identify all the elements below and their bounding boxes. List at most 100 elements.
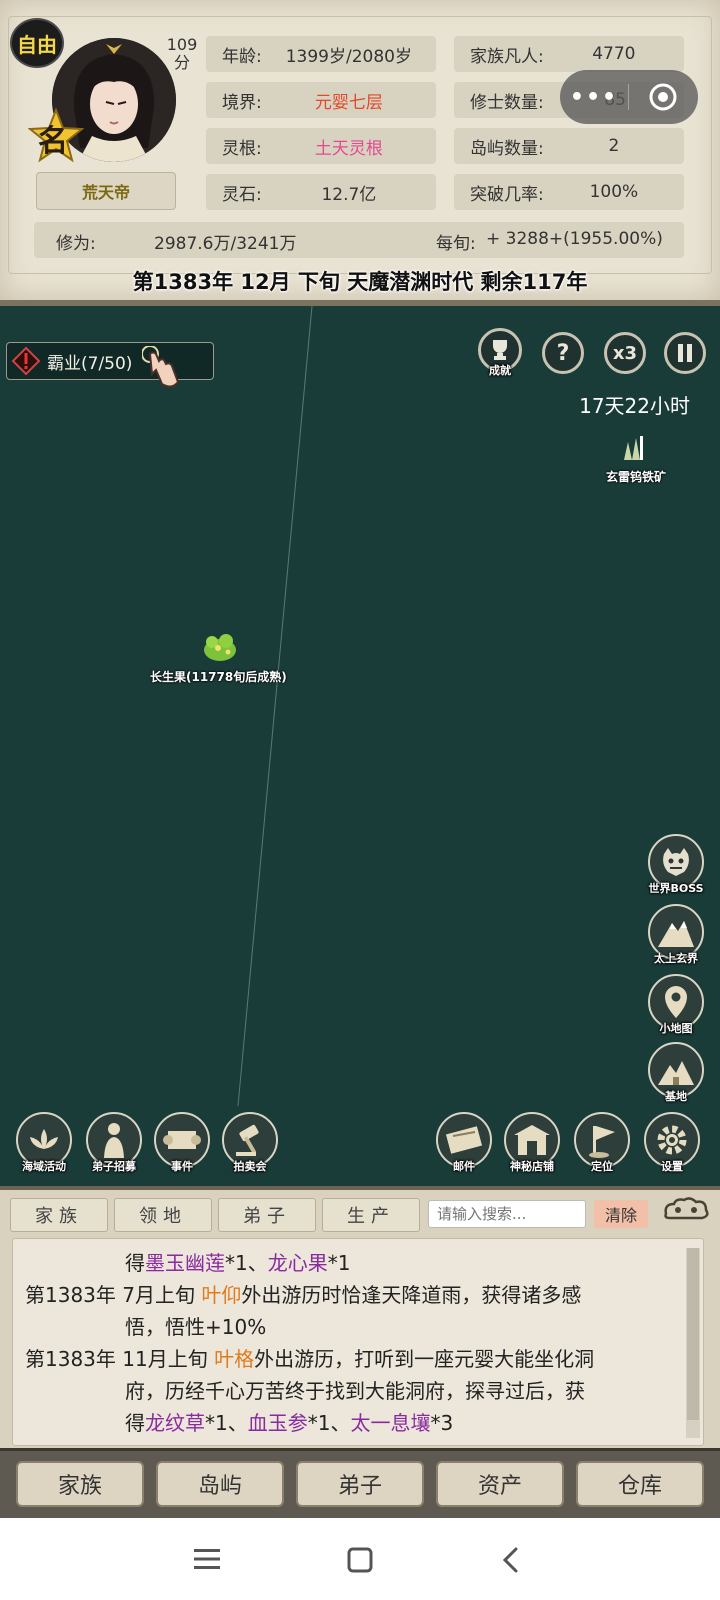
age-value: 1399岁/2080岁 bbox=[285, 46, 412, 67]
achievement-label: 成就 bbox=[489, 364, 511, 377]
clear-button[interactable]: 清除 bbox=[594, 1200, 648, 1228]
nav-disciples[interactable]: 弟子 bbox=[296, 1461, 424, 1507]
system-nav-bar bbox=[0, 1518, 720, 1600]
minimap-button[interactable]: 小地图 bbox=[648, 974, 704, 1035]
tab-territory[interactable]: 领地 bbox=[114, 1198, 212, 1232]
auction-label: 拍卖会 bbox=[233, 1160, 267, 1173]
stone-label: 灵石: bbox=[222, 184, 262, 205]
nav-family[interactable]: 家族 bbox=[16, 1461, 144, 1507]
ore-node[interactable]: 玄雷钨铁矿 bbox=[594, 430, 678, 485]
root-label: 灵根: bbox=[222, 138, 262, 159]
breakthrough-label: 突破几率: bbox=[470, 184, 544, 205]
log-line: 第1383年 11月上旬 叶格外出游历，打听到一座元婴大能坐化洞 bbox=[25, 1347, 595, 1371]
cloud-emblem-icon bbox=[660, 1196, 712, 1230]
mystery-shop-button[interactable]: 神秘店铺 bbox=[504, 1112, 560, 1173]
nav-islands[interactable]: 岛屿 bbox=[156, 1461, 284, 1507]
longevity-fruit-node[interactable]: 长生果(11778旬后成熟) bbox=[150, 628, 300, 685]
pointer-hand-icon bbox=[141, 345, 182, 396]
miniprogram-capsule[interactable]: ••• bbox=[560, 70, 698, 124]
world-boss-label: 世界BOSS bbox=[648, 882, 704, 895]
rank-badge: 名 bbox=[38, 124, 68, 159]
settings-button[interactable]: 设置 bbox=[644, 1112, 700, 1173]
tab-production[interactable]: 生产 bbox=[322, 1198, 420, 1232]
mode-badge[interactable]: 自由 bbox=[10, 18, 64, 68]
per-xun-value: + 3288+(1955.00%) bbox=[486, 229, 663, 249]
item-name: 龙心果 bbox=[267, 1251, 328, 1275]
root-value: 土天灵根 bbox=[314, 138, 383, 159]
pause-icon bbox=[678, 344, 692, 362]
event-log[interactable]: 得墨玉幽莲*1、龙心果*1 第1383年 7月上旬 叶仰外出游历时恰逢天降道雨，… bbox=[12, 1238, 704, 1446]
fruit-label: 长生果(11778旬后成熟) bbox=[150, 670, 287, 684]
cultivation-value: 2987.6万/3241万 bbox=[154, 234, 297, 254]
cultivators-label: 修士数量: bbox=[470, 92, 544, 113]
quest-label: 霸业(7/50) bbox=[47, 353, 133, 374]
log-line: 第1383年 7月上旬 叶仰外出游历时恰逢天降道雨，获得诸多感 bbox=[25, 1283, 582, 1307]
realm-stat: 境界: 元婴七层 bbox=[206, 82, 436, 118]
scrollbar-thumb[interactable] bbox=[687, 1248, 699, 1420]
realm-label: 境界: bbox=[222, 92, 262, 113]
islands-label: 岛屿数量: bbox=[470, 138, 544, 159]
quest-tracker[interactable]: 霸业(7/50) bbox=[6, 342, 214, 380]
age-label: 年龄: bbox=[222, 46, 262, 67]
item-name: 墨玉幽莲 bbox=[145, 1251, 225, 1275]
bottom-nav: 家族 岛屿 弟子 资产 仓库 bbox=[0, 1448, 720, 1521]
minimap-label: 小地图 bbox=[659, 1022, 693, 1035]
pause-button[interactable] bbox=[664, 332, 706, 374]
score-value: 109 bbox=[166, 35, 198, 54]
fruit-tree-icon bbox=[204, 634, 236, 661]
nav-assets[interactable]: 资产 bbox=[436, 1461, 564, 1507]
per-xun-label: 每旬: bbox=[436, 234, 476, 254]
player-name: 荒天帝 bbox=[36, 172, 176, 210]
breakthrough-value: 100% bbox=[589, 182, 639, 202]
log-year: 第1383年 bbox=[25, 1283, 116, 1307]
nav-warehouse[interactable]: 仓库 bbox=[576, 1461, 704, 1507]
log-scrollbar[interactable] bbox=[686, 1248, 700, 1438]
cultivation-label: 修为: bbox=[56, 234, 96, 254]
disciple-recruit-button[interactable]: 弟子招募 bbox=[86, 1112, 142, 1173]
islands-value: 2 bbox=[608, 136, 620, 156]
sea-activity-button[interactable]: 海域活动 bbox=[16, 1112, 72, 1173]
settings-label: 设置 bbox=[661, 1160, 683, 1173]
countdown-timer: 17天22小时 bbox=[579, 394, 690, 418]
mail-button[interactable]: 邮件 bbox=[436, 1112, 492, 1173]
close-miniprogram-icon[interactable] bbox=[629, 82, 697, 112]
ore-label: 玄雷钨铁矿 bbox=[605, 470, 666, 484]
status-panel: 自由 109 分 名 荒天帝 年龄: 1399岁/2080岁 境界: 元婴七层 … bbox=[0, 0, 720, 306]
events-button[interactable]: 事件 bbox=[154, 1112, 210, 1173]
sea-map[interactable]: 霸业(7/50) 成就 ? x3 17天22小时 玄雷钨铁矿 长生果(11778… bbox=[0, 306, 720, 1186]
age-stat: 年龄: 1399岁/2080岁 bbox=[206, 36, 436, 72]
item-name: 龙纹草 bbox=[145, 1411, 205, 1435]
islands-stat: 岛屿数量: 2 bbox=[454, 128, 684, 164]
log-search-input[interactable] bbox=[428, 1200, 586, 1228]
breakthrough-stat: 突破几率: 100% bbox=[454, 174, 684, 210]
log-line: 得龙纹草*1、血玉参*1、太一息壤*3 bbox=[125, 1411, 454, 1435]
base-button[interactable]: 基地 bbox=[648, 1042, 704, 1103]
speed-button[interactable]: x3 bbox=[604, 332, 646, 374]
supreme-realm-label: 太上玄界 bbox=[654, 952, 698, 965]
mortals-stat: 家族凡人: 4770 bbox=[454, 36, 684, 72]
mortals-value: 4770 bbox=[592, 44, 636, 64]
achievement-button[interactable]: 成就 bbox=[478, 328, 524, 378]
stone-value: 12.7亿 bbox=[321, 184, 377, 205]
log-line: 悟，悟性+10% bbox=[125, 1315, 267, 1339]
home-icon[interactable] bbox=[346, 1546, 374, 1578]
log-panel: 家族 领地 弟子 生产 清除 得墨玉幽莲*1、龙心果*1 第1383年 7月上旬… bbox=[0, 1186, 720, 1452]
help-button[interactable]: ? bbox=[542, 332, 584, 374]
date-era-line: 第1383年 12月 下旬 天魔潜渊时代 剩余117年 bbox=[132, 270, 588, 294]
log-line: 得墨玉幽莲*1、龙心果*1 bbox=[125, 1251, 351, 1275]
tab-family[interactable]: 家族 bbox=[10, 1198, 108, 1232]
more-icon[interactable]: ••• bbox=[560, 85, 628, 110]
back-icon[interactable] bbox=[500, 1546, 520, 1578]
cultivation-bar: 修为: 2987.6万/3241万 每旬: + 3288+(1955.00%) bbox=[34, 222, 684, 258]
item-name: 太一息壤 bbox=[350, 1411, 431, 1435]
recents-menu-icon[interactable] bbox=[192, 1546, 222, 1576]
supreme-realm-button[interactable]: 太上玄界 bbox=[648, 904, 704, 965]
realm-value: 元婴七层 bbox=[314, 92, 383, 113]
world-boss-button[interactable]: 世界BOSS bbox=[648, 834, 704, 895]
locate-button[interactable]: 定位 bbox=[574, 1112, 630, 1173]
auction-button[interactable]: 拍卖会 bbox=[222, 1112, 278, 1173]
tab-disciples[interactable]: 弟子 bbox=[218, 1198, 316, 1232]
base-label: 基地 bbox=[665, 1090, 687, 1103]
root-stat: 灵根: 土天灵根 bbox=[206, 128, 436, 164]
mortals-label: 家族凡人: bbox=[470, 46, 544, 67]
